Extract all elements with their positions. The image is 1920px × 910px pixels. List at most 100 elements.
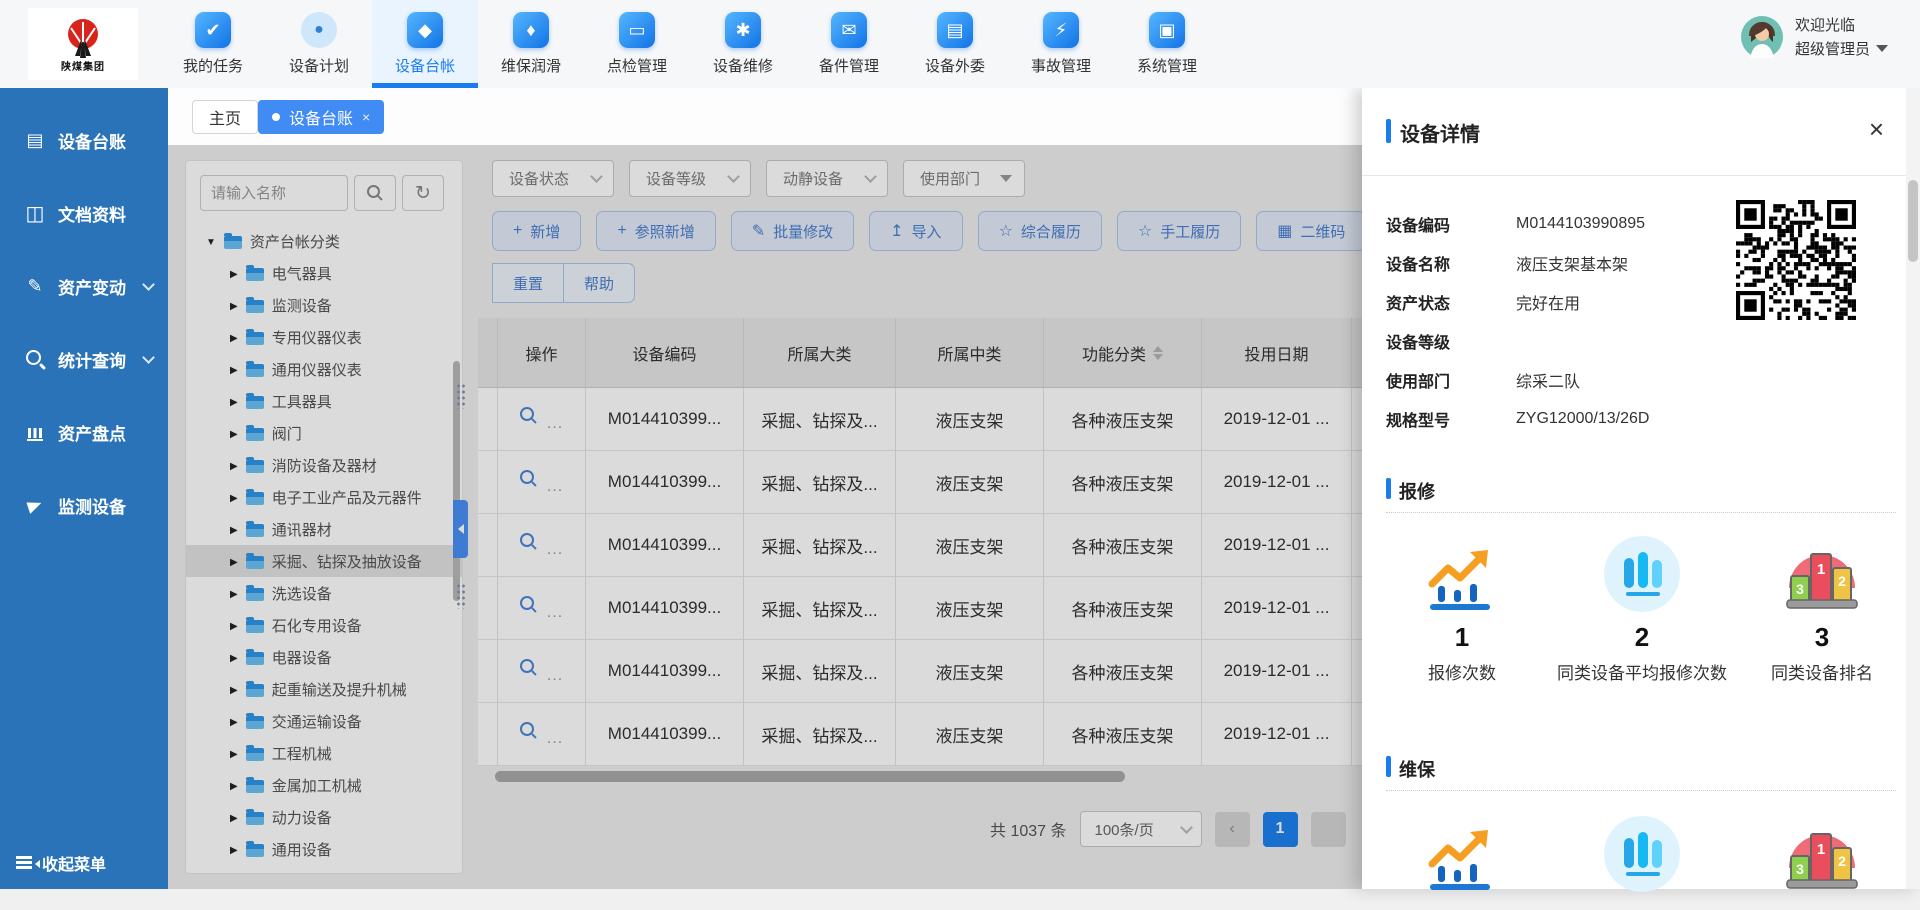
user-menu[interactable]: 欢迎光临 超级管理员 <box>1741 14 1888 59</box>
caret-right-icon[interactable] <box>230 360 238 378</box>
top-nav-item[interactable]: ✱ 设备维修 <box>690 0 796 88</box>
sidebar-item[interactable]: 资产盘点 <box>0 396 168 469</box>
collapse-menu-button[interactable]: 收起菜单 <box>16 851 106 875</box>
tree-search-button[interactable] <box>354 175 396 211</box>
col-function-class[interactable]: 功能分类 <box>1044 318 1202 388</box>
splitter-drag-handle[interactable] <box>456 383 466 409</box>
filter-select[interactable]: 设备等级 <box>629 160 751 197</box>
caret-right-icon[interactable] <box>230 648 238 666</box>
row-view-icon[interactable] <box>520 407 537 424</box>
tree-node[interactable]: 工程机械 <box>186 737 462 769</box>
tree-node[interactable]: 洗选设备 <box>186 577 462 609</box>
row-more-actions[interactable]: ... <box>547 478 563 496</box>
caret-right-icon[interactable] <box>230 456 238 474</box>
tree-node[interactable]: 动力设备 <box>186 801 462 833</box>
sidebar-item[interactable]: 设备台账 <box>0 104 168 177</box>
caret-right-icon[interactable] <box>230 488 238 506</box>
toolbar-button[interactable]: ✎ 批量修改 <box>731 211 854 251</box>
tree-node[interactable]: 工具器具 <box>186 385 462 417</box>
top-nav-item[interactable]: ▤ 设备外委 <box>902 0 1008 88</box>
top-nav-item[interactable]: ✔ 我的任务 <box>160 0 266 88</box>
caret-right-icon[interactable] <box>230 264 238 282</box>
tree-node[interactable]: 金属加工机械 <box>186 769 462 801</box>
sort-icon[interactable] <box>1153 346 1163 360</box>
caret-right-icon[interactable] <box>230 328 238 346</box>
tree-node[interactable]: 电气器具 <box>186 257 462 289</box>
top-nav-item[interactable]: ⚡ 事故管理 <box>1008 0 1114 88</box>
caret-right-icon[interactable] <box>230 840 238 858</box>
row-more-actions[interactable]: ... <box>547 667 563 685</box>
row-view-icon[interactable] <box>520 533 537 550</box>
tab-close-icon[interactable]: × <box>362 109 370 125</box>
toolbar-button[interactable]: ☆ 手工履历 <box>1117 211 1241 251</box>
top-nav-item[interactable]: ✉ 备件管理 <box>796 0 902 88</box>
toolbar-button[interactable]: + 参照新增 <box>596 211 715 251</box>
next-page-button[interactable] <box>1311 812 1346 847</box>
tree-node[interactable]: 监测设备 <box>186 289 462 321</box>
caret-right-icon[interactable] <box>230 616 238 634</box>
tree-search-input[interactable] <box>200 175 348 211</box>
tree-node[interactable]: 专用仪器仪表 <box>186 321 462 353</box>
row-view-icon[interactable] <box>520 470 537 487</box>
tree-node[interactable]: 交通运输设备 <box>186 705 462 737</box>
tree-node[interactable]: 消防设备及器材 <box>186 449 462 481</box>
caret-right-icon[interactable] <box>230 584 238 602</box>
caret-right-icon[interactable] <box>230 776 238 794</box>
top-nav-item[interactable]: ▭ 点检管理 <box>584 0 690 88</box>
sidebar-item[interactable]: 统计查询 <box>0 323 168 396</box>
close-icon[interactable]: × <box>1869 116 1884 142</box>
tree-node[interactable]: 石油化工通用设备 <box>186 865 462 874</box>
sidebar-item[interactable]: 资产变动 <box>0 250 168 323</box>
toolbar-button[interactable]: ↥ 导入 <box>869 211 962 251</box>
filter-select[interactable]: 设备状态 <box>492 160 614 197</box>
toolbar-button[interactable]: ▦ 二维码 <box>1256 211 1366 251</box>
row-more-actions[interactable]: ... <box>547 730 563 748</box>
splitter-drag-handle[interactable] <box>456 583 466 609</box>
user-dropdown-icon[interactable] <box>1876 45 1888 52</box>
caret-right-icon[interactable] <box>230 744 238 762</box>
sidebar-item[interactable]: 监测设备 <box>0 469 168 542</box>
top-nav-item[interactable]: ▣ 系统管理 <box>1114 0 1220 88</box>
top-nav-item[interactable]: ● 设备计划 <box>266 0 372 88</box>
table-horizontal-scrollbar[interactable] <box>495 771 1125 782</box>
caret-right-icon[interactable] <box>230 552 238 570</box>
tree-node[interactable]: 通用设备 <box>186 833 462 865</box>
filter-select[interactable]: 使用部门 <box>903 160 1025 197</box>
tree-node[interactable]: 通讯器材 <box>186 513 462 545</box>
tab-home[interactable]: 主页 <box>192 100 258 134</box>
row-view-icon[interactable] <box>520 722 537 739</box>
page-size-select[interactable]: 100条/页 <box>1080 811 1202 847</box>
top-nav-item[interactable]: ◆ 设备台帐 <box>372 0 478 88</box>
tree-node[interactable]: 电器设备 <box>186 641 462 673</box>
toolbar-secondary-button[interactable]: 帮助 <box>564 263 635 303</box>
current-page-button[interactable]: 1 <box>1263 812 1298 847</box>
toolbar-button[interactable]: ☆ 综合履历 <box>978 211 1102 251</box>
caret-right-icon[interactable] <box>230 424 238 442</box>
toolbar-button[interactable]: + 新增 <box>492 211 581 251</box>
tree-node[interactable]: 采掘、钻探及抽放设备 <box>186 545 462 577</box>
page-scrollbar-thumb[interactable] <box>1908 180 1918 262</box>
caret-right-icon[interactable] <box>230 872 238 874</box>
toolbar-secondary-button[interactable]: 重置 <box>492 263 564 303</box>
caret-right-icon[interactable] <box>230 392 238 410</box>
caret-down-icon[interactable] <box>206 232 216 250</box>
row-more-actions[interactable]: ... <box>547 415 563 433</box>
filter-select[interactable]: 动静设备 <box>766 160 888 197</box>
tree-node[interactable]: 电子工业产品及元器件 <box>186 481 462 513</box>
row-more-actions[interactable]: ... <box>547 541 563 559</box>
tree-refresh-button[interactable]: ↻ <box>402 175 444 211</box>
tree-collapse-arrow[interactable] <box>453 500 468 558</box>
tab-equipment-ledger[interactable]: 设备台账 × <box>258 100 384 134</box>
row-view-icon[interactable] <box>520 659 537 676</box>
tree-node[interactable]: 起重输送及提升机械 <box>186 673 462 705</box>
caret-right-icon[interactable] <box>230 520 238 538</box>
top-nav-item[interactable]: ♦ 维保润滑 <box>478 0 584 88</box>
tree-node[interactable]: 石化专用设备 <box>186 609 462 641</box>
caret-right-icon[interactable] <box>230 808 238 826</box>
row-view-icon[interactable] <box>520 596 537 613</box>
caret-right-icon[interactable] <box>230 680 238 698</box>
tree-root-node[interactable]: 资产台帐分类 <box>186 225 462 257</box>
page-scrollbar[interactable] <box>1906 88 1920 889</box>
row-more-actions[interactable]: ... <box>547 604 563 622</box>
tree-node[interactable]: 阀门 <box>186 417 462 449</box>
